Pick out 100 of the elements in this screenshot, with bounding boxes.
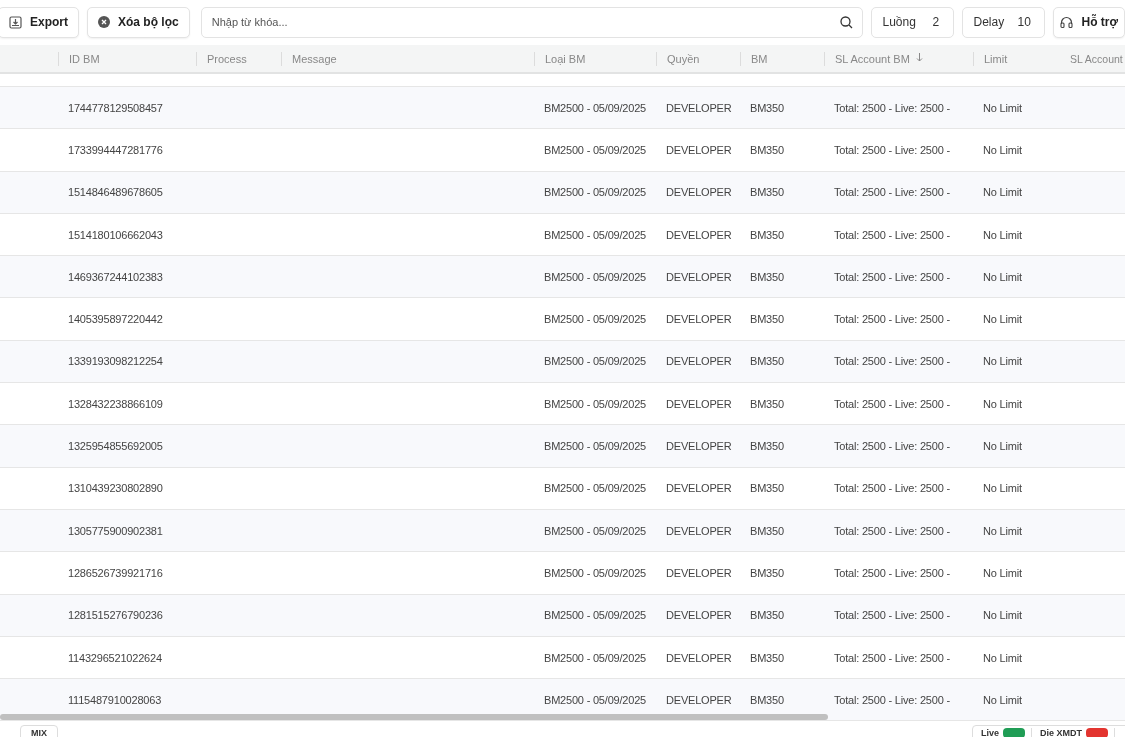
table-cell: No Limit xyxy=(983,313,1022,326)
close-icon xyxy=(98,16,110,28)
table-cell: DEVELOPER xyxy=(666,651,732,664)
number-input[interactable]: 10 xyxy=(1008,14,1041,30)
table-cell: Total: 2500 - Live: 2500 - xyxy=(834,313,950,326)
field-label: Luồng xyxy=(882,15,916,29)
table-cell: Total: 2500 - Live: 2500 - xyxy=(834,609,950,622)
table-cell: BM2500 - 05/09/2025 xyxy=(544,482,646,495)
table-cell: BM2500 - 05/09/2025 xyxy=(544,651,646,664)
table-cell: No Limit xyxy=(983,186,1022,199)
table-cell: No Limit xyxy=(983,143,1022,156)
table-cell: No Limit xyxy=(983,566,1022,579)
table-cell: DEVELOPER xyxy=(666,566,732,579)
table-cell: No Limit xyxy=(983,482,1022,495)
column-header[interactable]: Process xyxy=(207,51,247,66)
table-cell: BM2500 - 05/09/2025 xyxy=(544,270,646,283)
table-cell: DEVELOPER xyxy=(666,440,732,452)
column-header[interactable]: BM xyxy=(751,51,768,66)
table-cell: BM2500 - 05/09/2025 xyxy=(544,440,646,452)
mode-dropdown[interactable]: MIX xyxy=(20,725,58,737)
table-cell: BM350 xyxy=(750,609,784,622)
table-cell: 1143296521022624 xyxy=(68,651,162,664)
table-cell: BM350 xyxy=(750,143,784,156)
table-cell: BM350 xyxy=(750,524,784,537)
table-cell: BM2500 - 05/09/2025 xyxy=(544,228,646,241)
table-cell: No Limit xyxy=(983,524,1022,537)
table-cell: BM350 xyxy=(750,228,784,241)
table-cell: BM2500 - 05/09/2025 xyxy=(544,609,646,622)
table-cell: 1339193098212254 xyxy=(68,355,163,368)
table-cell: Total: 2500 - Live: 2500 - xyxy=(834,693,950,706)
table-cell: 1281515276790236 xyxy=(68,609,163,622)
table-cell: Total: 2500 - Live: 2500 - xyxy=(834,482,950,495)
column-header[interactable]: Limit xyxy=(984,51,1008,66)
table-cell: DEVELOPER xyxy=(666,313,732,326)
table-cell: BM2500 - 05/09/2025 xyxy=(544,397,646,410)
table-cell: 1328432238866109 xyxy=(68,397,163,410)
table-cell: BM2500 - 05/09/2025 xyxy=(544,313,646,326)
table-cell: No Limit xyxy=(983,101,1022,114)
table-cell: No Limit xyxy=(983,609,1022,622)
column-header[interactable]: Message xyxy=(292,51,337,66)
table-cell: DEVELOPER xyxy=(666,186,732,199)
table-cell: BM350 xyxy=(750,270,784,283)
table-cell: 1325954855692005 xyxy=(68,440,163,452)
table-cell: DEVELOPER xyxy=(666,397,732,410)
table-cell: BM2500 - 05/09/2025 xyxy=(544,143,646,156)
table-cell: BM350 xyxy=(750,693,784,706)
table-cell: Total: 2500 - Live: 2500 - xyxy=(834,101,950,114)
search-field[interactable]: Nhập từ khóa... xyxy=(200,6,864,38)
table-cell: BM2500 - 05/09/2025 xyxy=(544,355,646,368)
support-button[interactable]: Hỗ trợ xyxy=(1053,6,1125,38)
number-input[interactable]: 2 xyxy=(919,14,952,30)
stat-label: Live xyxy=(981,728,999,737)
column-header[interactable]: Loại BM xyxy=(545,51,586,66)
table-cell: 1115487910028063 xyxy=(68,693,162,706)
column-header[interactable]: Quyền xyxy=(667,51,700,66)
sort-arrow-icon[interactable] xyxy=(915,51,923,63)
table-cell: 1514846489678605 xyxy=(68,186,163,199)
table-cell: BM350 xyxy=(750,440,784,452)
table-cell: BM2500 - 05/09/2025 xyxy=(544,101,646,114)
table-cell: BM2500 - 05/09/2025 xyxy=(544,186,646,199)
table-cell: DEVELOPER xyxy=(666,355,732,368)
table-cell: BM350 xyxy=(750,397,784,410)
table-cell: Total: 2500 - Live: 2500 - xyxy=(834,397,950,410)
table-cell: BM350 xyxy=(750,482,784,495)
table-cell: Total: 2500 - Live: 2500 - xyxy=(834,186,950,199)
column-header[interactable]: ID BM xyxy=(69,51,100,66)
stat-label: Die XMDT xyxy=(1040,728,1083,737)
table-cell: DEVELOPER xyxy=(666,228,732,241)
table-cell: No Limit xyxy=(983,355,1022,368)
scrollbar-thumb[interactable] xyxy=(0,714,828,720)
table-cell: BM2500 - 05/09/2025 xyxy=(544,693,646,706)
table-cell: No Limit xyxy=(983,397,1022,410)
table-cell: DEVELOPER xyxy=(666,101,732,114)
table-cell: BM350 xyxy=(750,566,784,579)
table-cell: 1469367244102383 xyxy=(68,270,163,283)
download-icon xyxy=(9,15,22,29)
table-cell: Total: 2500 - Live: 2500 - xyxy=(834,270,950,283)
clear-filter-button[interactable]: Xóa bộ lọc xyxy=(87,6,190,38)
column-header[interactable]: SL Account BM xyxy=(835,51,910,66)
table-cell: 1310439230802890 xyxy=(68,482,163,495)
column-header[interactable]: SL Account xyxy=(1070,51,1123,66)
table-cell: No Limit xyxy=(983,440,1022,452)
table-cell: 1405395897220442 xyxy=(68,313,163,326)
table-cell: Total: 2500 - Live: 2500 - xyxy=(834,355,950,368)
table-cell: Total: 2500 - Live: 2500 - xyxy=(834,143,950,156)
table-cell: Total: 2500 - Live: 2500 - xyxy=(834,440,950,452)
field-label: Delay xyxy=(973,15,1005,29)
table-cell: BM350 xyxy=(750,313,784,326)
table-cell: No Limit xyxy=(983,270,1022,283)
table-cell: Total: 2500 - Live: 2500 - xyxy=(834,566,950,579)
table-cell: DEVELOPER xyxy=(666,482,732,495)
table-cell: BM350 xyxy=(750,101,784,114)
export-button[interactable]: Export xyxy=(0,6,79,38)
table-cell: 1733994447281776 xyxy=(68,143,163,156)
table-cell: DEVELOPER xyxy=(666,524,732,537)
table-cell: Total: 2500 - Live: 2500 - xyxy=(834,524,950,537)
table-cell: DEVELOPER xyxy=(666,693,732,706)
table-cell: No Limit xyxy=(983,228,1022,241)
table-cell: 1305775900902381 xyxy=(68,524,163,537)
headset-icon xyxy=(1060,15,1074,29)
